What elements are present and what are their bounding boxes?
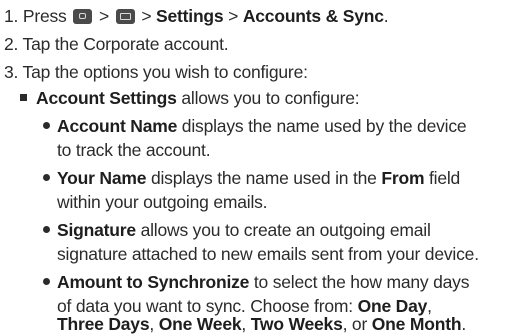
step-3: 3. Tap the options you wish to configure… xyxy=(4,62,308,82)
or-text: , or xyxy=(342,314,372,334)
home-key-icon xyxy=(73,9,93,24)
signature-label: Signature xyxy=(57,220,136,240)
account-settings-text: allows you to configure: xyxy=(176,88,360,108)
account-name-text: displays the name used by the device xyxy=(177,116,467,136)
step-1: 1. Press > > Settings > Accounts & Sync. xyxy=(4,4,389,28)
option-one-month: One Month xyxy=(371,314,462,334)
period: . xyxy=(461,314,467,334)
sync-item: Amount to Synchronize to select the how … xyxy=(57,270,469,294)
your-name-label: Your Name xyxy=(57,168,147,188)
signature-text: allows you to create an outgoing email xyxy=(135,220,431,240)
bullet-dot-icon xyxy=(43,226,50,233)
account-settings-item: Account Settings allows you to configure… xyxy=(36,86,360,110)
account-name-item: Account Name displays the name used by t… xyxy=(57,114,467,138)
separator: > xyxy=(98,6,109,26)
from-label: From xyxy=(381,168,425,188)
your-name-item: Your Name displays the name used in the … xyxy=(57,166,460,190)
settings-label: Settings xyxy=(156,6,224,26)
bullet-dot-icon xyxy=(43,174,50,181)
period: . xyxy=(383,6,389,26)
document-page: 1. Press > > Settings > Accounts & Sync.… xyxy=(0,0,525,334)
sync-label: Amount to Synchronize xyxy=(57,272,250,292)
separator: > xyxy=(141,6,152,26)
your-name-text: displays the name used in the xyxy=(146,168,382,188)
option-one-week: One Week xyxy=(158,314,242,334)
step-1-number: 1. Press xyxy=(4,6,67,26)
comma: , xyxy=(241,314,251,334)
signature-item: Signature allows you to create an outgoi… xyxy=(57,218,431,242)
square-bullet-icon xyxy=(20,94,27,101)
your-name-text: field xyxy=(424,168,461,188)
comma: , xyxy=(149,314,159,334)
account-settings-label: Account Settings xyxy=(36,88,177,108)
menu-key-icon xyxy=(115,9,135,24)
account-name-text-cont: to track the account. xyxy=(57,140,211,160)
account-name-label: Account Name xyxy=(57,116,178,136)
step-2: 2. Tap the Corporate account. xyxy=(4,34,229,54)
your-name-text-cont: within your outgoing emails. xyxy=(57,192,268,212)
separator: > xyxy=(228,6,239,26)
bullet-dot-icon xyxy=(43,122,50,129)
sync-text: to select the how many days xyxy=(249,272,470,292)
option-two-weeks: Two Weeks xyxy=(250,314,343,334)
option-three-days: Three Days xyxy=(57,314,150,334)
signature-text-cont: signature attached to new emails sent fr… xyxy=(57,244,479,264)
sync-options-line: Three Days, One Week, Two Weeks, or One … xyxy=(57,312,466,336)
accounts-sync-label: Accounts & Sync xyxy=(242,6,384,26)
bullet-dot-icon xyxy=(43,278,50,285)
